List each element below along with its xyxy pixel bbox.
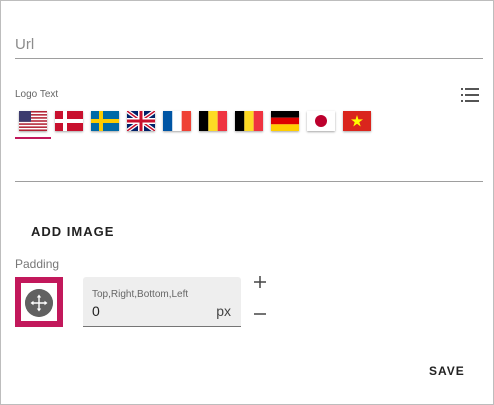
padding-field[interactable]: Top,Right,Bottom,Left px xyxy=(83,277,241,327)
url-placeholder: Url xyxy=(15,36,35,53)
move-icon[interactable] xyxy=(25,289,53,317)
padding-preview-box[interactable] xyxy=(15,277,63,327)
belgium-flag-icon[interactable] xyxy=(199,111,227,133)
denmark-flag-icon[interactable] xyxy=(55,111,83,133)
padding-unit: px xyxy=(216,303,231,319)
sweden-flag-icon[interactable] xyxy=(91,111,119,133)
logo-text-input-underline[interactable] xyxy=(15,181,483,182)
belgium-flag-icon[interactable] xyxy=(235,111,263,133)
image-settings-panel: Url Logo Text ADD IMAGE Padding Top,Righ… xyxy=(0,0,494,405)
padding-label: Padding xyxy=(15,257,60,271)
japan-flag-icon[interactable] xyxy=(307,111,335,133)
save-button[interactable]: SAVE xyxy=(421,359,473,383)
list-icon[interactable] xyxy=(461,87,479,103)
us-flag-icon[interactable] xyxy=(15,111,51,139)
padding-input[interactable] xyxy=(92,302,202,320)
url-field[interactable]: Url xyxy=(15,31,483,59)
padding-field-label: Top,Right,Bottom,Left xyxy=(92,289,189,300)
active-flag-indicator xyxy=(15,137,51,139)
add-image-button[interactable]: ADD IMAGE xyxy=(21,219,124,245)
logo-text-label: Logo Text xyxy=(15,89,59,100)
germany-flag-icon[interactable] xyxy=(271,111,299,133)
france-flag-icon[interactable] xyxy=(163,111,191,133)
uk-flag-icon[interactable] xyxy=(127,111,155,133)
minus-icon[interactable] xyxy=(251,305,269,323)
plus-icon[interactable] xyxy=(251,273,269,291)
vietnam-flag-icon[interactable] xyxy=(343,111,371,133)
